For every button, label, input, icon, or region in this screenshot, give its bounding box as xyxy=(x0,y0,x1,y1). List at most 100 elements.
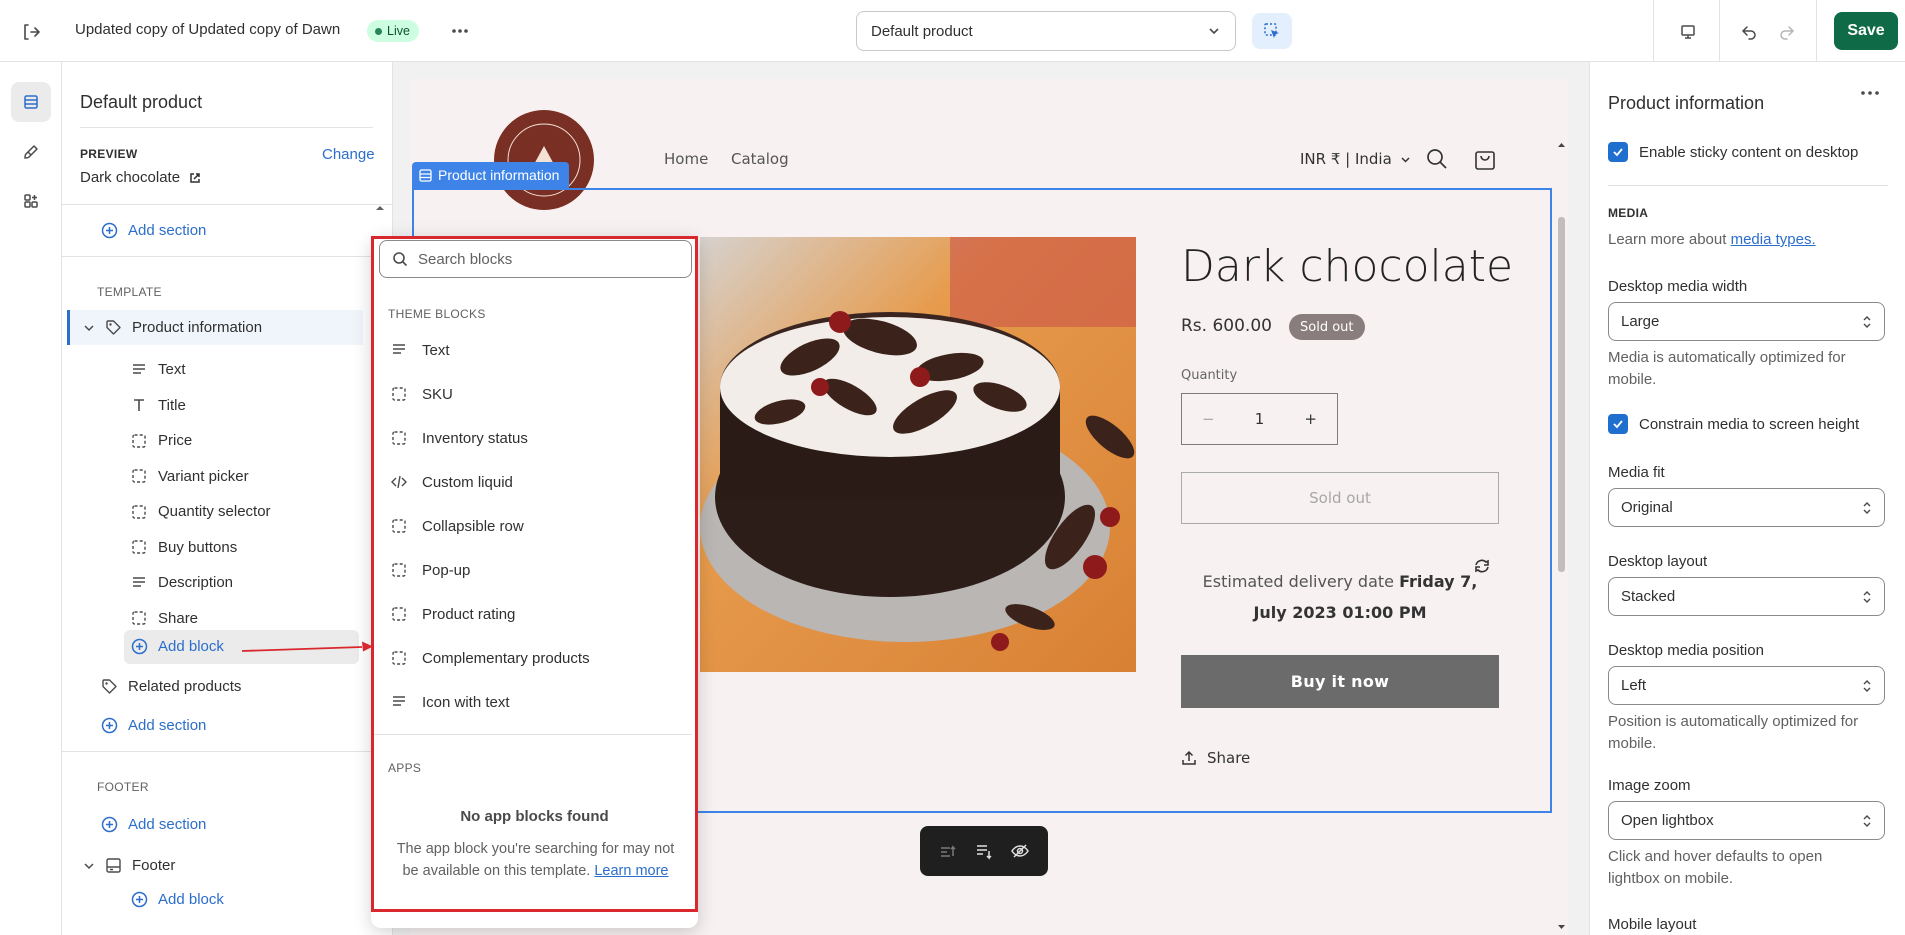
image-zoom-select[interactable]: Open lightbox xyxy=(1608,801,1885,840)
refresh-icon xyxy=(1473,557,1491,575)
sections-icon[interactable] xyxy=(11,82,51,122)
estimated-delivery: Estimated delivery date Friday 7, July 2… xyxy=(1190,566,1490,628)
block-option-pop-up[interactable]: Pop-up xyxy=(371,548,692,592)
add-block-button[interactable]: Add block xyxy=(130,630,224,663)
block-option-text[interactable]: Text xyxy=(371,328,692,372)
canvas-scrollbar[interactable] xyxy=(1555,139,1568,935)
external-link-icon[interactable] xyxy=(188,171,202,185)
tree-item-label: Product information xyxy=(132,319,263,336)
tree-block-quantity-selector[interactable]: Quantity selector xyxy=(130,495,271,528)
block-option-collapsible-row[interactable]: Collapsible row xyxy=(371,504,692,548)
product-image[interactable] xyxy=(700,237,1136,672)
desktop-media-position-label: Desktop media position xyxy=(1608,642,1764,659)
quantity-stepper[interactable]: − 1 + xyxy=(1181,393,1338,445)
desktop-media-width-label: Desktop media width xyxy=(1608,278,1748,295)
tree-block-title[interactable]: Title xyxy=(130,389,186,422)
constrain-media-checkbox[interactable]: Constrain media to screen height xyxy=(1608,414,1859,434)
media-types-link[interactable]: media types. xyxy=(1731,231,1816,248)
checkbox-checked-icon[interactable] xyxy=(1608,142,1628,162)
annotation-arrow xyxy=(240,640,375,656)
cart-icon[interactable] xyxy=(1472,146,1498,172)
desktop-media-position-select[interactable]: Left xyxy=(1608,666,1885,705)
footer-heading: FOOTER xyxy=(97,780,149,794)
tree-item-label: Footer xyxy=(132,857,176,874)
store-name: Updated copy of Updated copy of Dawn xyxy=(75,21,341,38)
inspector-toggle-button[interactable] xyxy=(1252,13,1292,49)
scroll-up-icon[interactable] xyxy=(375,204,385,212)
tree-block-text[interactable]: Text xyxy=(130,353,186,386)
section-tag: Product information xyxy=(412,162,570,188)
app-embeds-icon[interactable] xyxy=(11,181,51,221)
add-section-button[interactable]: Add section xyxy=(100,214,206,247)
more-actions-icon[interactable] xyxy=(449,20,471,42)
tree-item-related-products[interactable]: Related products xyxy=(100,670,241,703)
search-blocks-input[interactable] xyxy=(418,250,668,268)
apps-heading: APPS xyxy=(388,761,422,775)
add-block-button[interactable]: Add block xyxy=(130,883,224,916)
tree-block-label: Variant picker xyxy=(158,467,249,485)
media-fit-label: Media fit xyxy=(1608,464,1665,481)
block-option-sku[interactable]: SKU xyxy=(371,372,692,416)
tree-block-description[interactable]: Description xyxy=(130,566,233,599)
move-down-icon[interactable] xyxy=(974,841,994,861)
block-icon xyxy=(130,503,148,521)
block-icon xyxy=(130,432,148,450)
block-option-custom-liquid[interactable]: Custom liquid xyxy=(371,460,692,504)
tree-item-footer[interactable]: Footer xyxy=(80,849,175,882)
learn-more-link[interactable]: Learn more xyxy=(594,863,668,879)
chevron-down-icon[interactable] xyxy=(80,857,98,875)
icon-rail xyxy=(0,62,62,935)
media-fit-select[interactable]: Original xyxy=(1608,488,1885,527)
undo-icon[interactable] xyxy=(1737,20,1761,44)
chevron-down-icon[interactable] xyxy=(80,319,98,337)
tree-block-price[interactable]: Price xyxy=(130,424,192,457)
exit-icon[interactable] xyxy=(18,19,44,45)
buy-it-now-button[interactable]: Buy it now xyxy=(1181,655,1499,708)
block-option-complementary-products[interactable]: Complementary products xyxy=(371,636,692,680)
desktop-media-width-select[interactable]: Large xyxy=(1608,302,1885,341)
preview-product-name: Dark chocolate xyxy=(80,169,181,186)
move-up-icon[interactable] xyxy=(938,841,958,861)
minus-icon[interactable]: − xyxy=(1202,410,1215,428)
block-icon xyxy=(130,538,148,556)
divider xyxy=(62,204,392,205)
save-button[interactable]: Save xyxy=(1834,12,1898,50)
plus-icon[interactable]: + xyxy=(1304,410,1317,428)
select-value: Large xyxy=(1621,313,1660,330)
share-button[interactable]: Share xyxy=(1181,749,1250,767)
share-label: Share xyxy=(1207,749,1251,767)
desktop-preview-icon[interactable] xyxy=(1676,20,1700,44)
block-icon xyxy=(390,561,408,579)
sold-out-badge: Sold out xyxy=(1289,314,1365,340)
block-option-icon-with-text[interactable]: Icon with text xyxy=(371,680,692,724)
sticky-content-checkbox[interactable]: Enable sticky content on desktop xyxy=(1608,142,1858,162)
nav-link-catalog[interactable]: Catalog xyxy=(731,150,789,168)
tree-block-label: Share xyxy=(158,609,199,627)
tree-item-product-information[interactable]: Product information xyxy=(80,311,262,344)
sold-out-button[interactable]: Sold out xyxy=(1181,472,1499,524)
checkbox-checked-icon[interactable] xyxy=(1608,414,1628,434)
block-option-label: Inventory status xyxy=(422,429,528,447)
select-chevron-icon xyxy=(1863,590,1871,603)
block-option-product-rating[interactable]: Product rating xyxy=(371,592,692,636)
template-select[interactable]: Default product xyxy=(856,11,1236,51)
theme-settings-brush-icon[interactable] xyxy=(11,132,51,172)
redo-icon[interactable] xyxy=(1775,20,1799,44)
search-blocks-field[interactable] xyxy=(379,240,692,278)
tree-block-variant-picker[interactable]: Variant picker xyxy=(130,460,249,493)
quantity-value[interactable]: 1 xyxy=(1255,410,1265,428)
search-icon xyxy=(393,252,408,267)
currency-selector[interactable]: INR ₹ | India xyxy=(1300,150,1411,168)
desktop-layout-select[interactable]: Stacked xyxy=(1608,577,1885,616)
hide-eye-icon[interactable] xyxy=(1010,841,1030,861)
search-icon[interactable] xyxy=(1425,147,1449,171)
add-section-label: Add section xyxy=(128,222,207,239)
add-section-button[interactable]: Add section xyxy=(100,808,206,841)
block-option-inventory-status[interactable]: Inventory status xyxy=(371,416,692,460)
tree-block-buy-buttons[interactable]: Buy buttons xyxy=(130,531,237,564)
change-preview-link[interactable]: Change xyxy=(322,146,375,163)
block-icon xyxy=(390,517,408,535)
add-section-button[interactable]: Add section xyxy=(100,709,206,742)
more-options-icon[interactable] xyxy=(1860,90,1880,96)
nav-link-home[interactable]: Home xyxy=(664,150,708,168)
